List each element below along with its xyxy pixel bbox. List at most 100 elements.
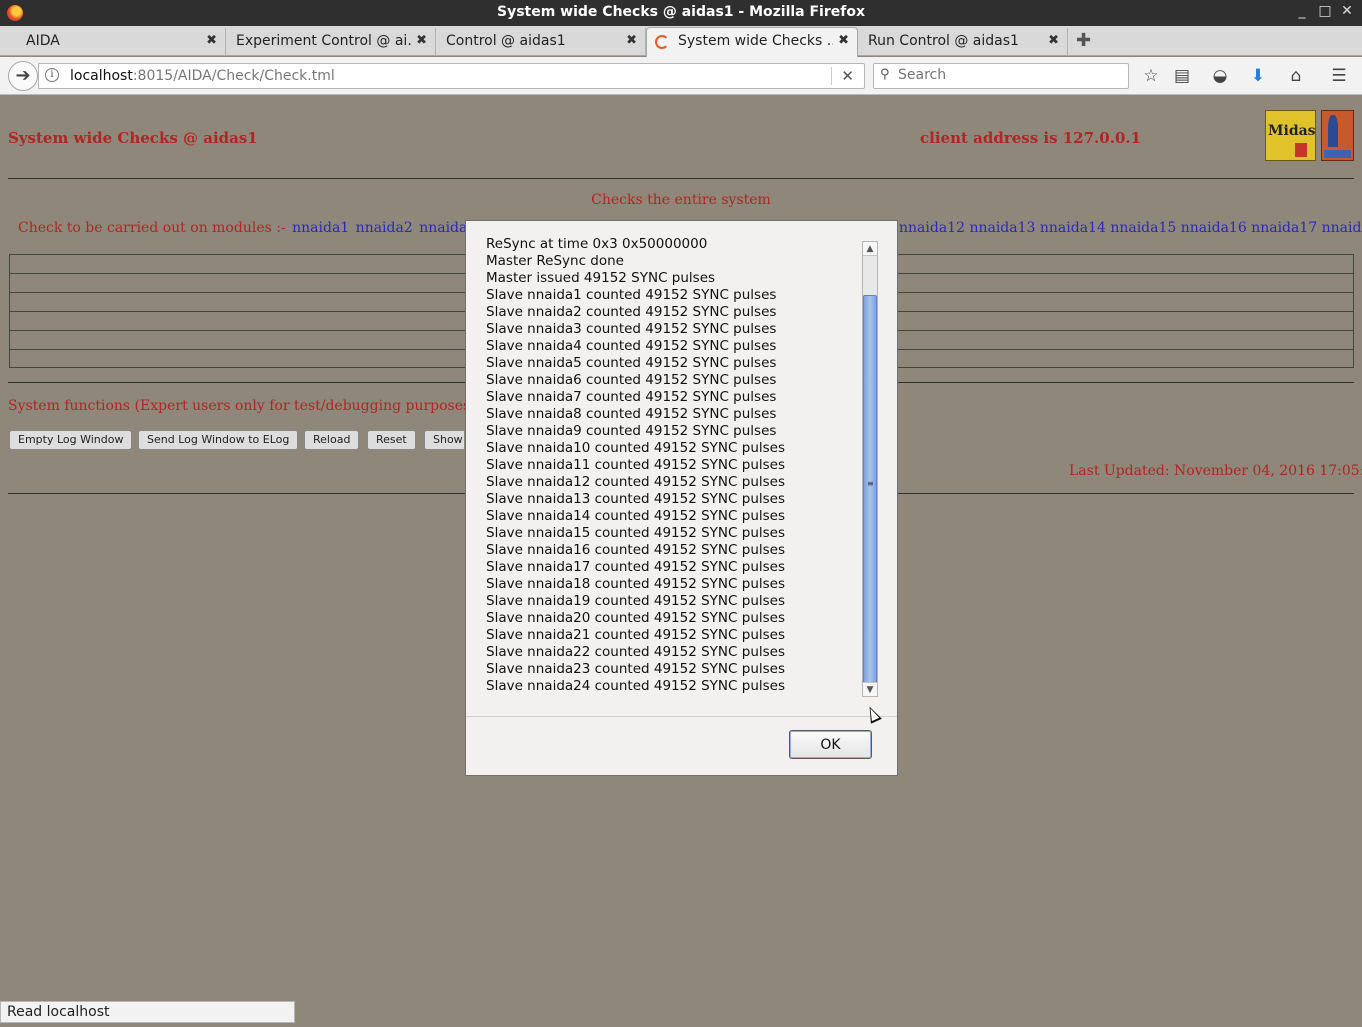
message-line: Slave nnaida9 counted 49152 SYNC pulses: [486, 423, 777, 439]
url-divider: [831, 67, 832, 85]
url-host: localhost: [70, 68, 133, 84]
modules-line-right: nnaida12 nnaida13 nnaida14 nnaida15 nnai…: [899, 220, 1362, 236]
tab-experiment-control[interactable]: Experiment Control @ ai... ✖: [226, 28, 436, 56]
download-icon[interactable]: ⬇: [1247, 66, 1269, 86]
home-icon[interactable]: ⌂: [1285, 66, 1307, 86]
new-tab-icon[interactable]: ✚: [1076, 30, 1091, 51]
message-line: Slave nnaida20 counted 49152 SYNC pulses: [486, 610, 785, 626]
message-line: Slave nnaida19 counted 49152 SYNC pulses: [486, 593, 785, 609]
page-subtitle: Checks the entire system: [591, 192, 771, 208]
window-titlebar: System wide Checks @ aidas1 - Mozilla Fi…: [0, 0, 1362, 26]
divider: [8, 178, 1354, 179]
message-line: Slave nnaida6 counted 49152 SYNC pulses: [486, 372, 777, 388]
tab-label: Control @ aidas1: [446, 33, 566, 49]
close-window-icon[interactable]: ✕: [1337, 3, 1357, 19]
message-line: Slave nnaida11 counted 49152 SYNC pulses: [486, 457, 785, 473]
module-link[interactable]: nnaida15: [1110, 220, 1176, 236]
message-line: Slave nnaida4 counted 49152 SYNC pulses: [486, 338, 777, 354]
minimize-icon[interactable]: _: [1292, 3, 1312, 19]
module-link[interactable]: nnaida12: [899, 220, 965, 236]
alert-dialog: ReSync at time 0x3 0x50000000 Master ReSy…: [465, 220, 898, 776]
clear-icon[interactable]: ✕: [841, 67, 854, 85]
tab-strip: AIDA ✖ Experiment Control @ ai... ✖ Cont…: [0, 26, 1362, 57]
page-title: System wide Checks @ aidas1: [8, 129, 258, 147]
reset-button[interactable]: Reset: [367, 430, 416, 450]
tab-system-wide-checks[interactable]: System wide Checks ... ✖: [646, 27, 858, 57]
maximize-icon[interactable]: □: [1315, 3, 1335, 19]
message-line: Master ReSync done: [486, 253, 624, 269]
message-line: Slave nnaida22 counted 49152 SYNC pulses: [486, 644, 785, 660]
search-input[interactable]: [898, 67, 1118, 83]
reader-list-icon[interactable]: ▤: [1171, 66, 1193, 86]
modules-line: Check to be carried out on modules :- nn…: [18, 220, 514, 236]
grip-icon: ≡: [867, 479, 874, 488]
midas-logo: Midas: [1265, 110, 1316, 161]
module-link[interactable]: nnaida17: [1251, 220, 1317, 236]
tab-label: Experiment Control @ ai...: [236, 33, 411, 49]
module-link[interactable]: nnaida1: [292, 220, 349, 236]
loading-spinner-icon: [655, 35, 669, 49]
institution-logo: [1321, 110, 1354, 161]
modules-label: Check to be carried out on modules :-: [18, 220, 286, 236]
last-updated: Last Updated: November 04, 2016 17:05:27: [1069, 463, 1362, 479]
message-line: Slave nnaida15 counted 49152 SYNC pulses: [486, 525, 785, 541]
search-icon: ⚲: [880, 67, 890, 82]
tab-control[interactable]: Control @ aidas1 ✖: [436, 28, 646, 56]
close-tab-icon[interactable]: ✖: [416, 33, 427, 48]
window-title: System wide Checks @ aidas1 - Mozilla Fi…: [496, 4, 865, 20]
tab-run-control[interactable]: Run Control @ aidas1 ✖: [858, 28, 1068, 56]
module-link[interactable]: nnaida13: [969, 220, 1035, 236]
close-tab-icon[interactable]: ✖: [838, 33, 849, 48]
message-line: Slave nnaida12 counted 49152 SYNC pulses: [486, 474, 785, 490]
message-line: Slave nnaida1 counted 49152 SYNC pulses: [486, 287, 777, 303]
message-line: Slave nnaida17 counted 49152 SYNC pulses: [486, 559, 785, 575]
send-log-to-elog-button[interactable]: Send Log Window to ELog: [138, 430, 299, 450]
message-line: Slave nnaida16 counted 49152 SYNC pulses: [486, 542, 785, 558]
message-line: Master issued 49152 SYNC pulses: [486, 270, 716, 286]
client-address: client address is 127.0.0.1: [920, 129, 1142, 147]
url-text[interactable]: localhost:8015/AIDA/Check/Check.tml: [70, 68, 335, 84]
url-bar[interactable]: i localhost:8015/AIDA/Check/Check.tml ✕: [38, 63, 865, 89]
back-arrow-icon[interactable]: ➔: [8, 61, 38, 91]
tab-aida[interactable]: AIDA ✖: [16, 28, 226, 56]
navigation-toolbar: ➔ i localhost:8015/AIDA/Check/Check.tml …: [0, 57, 1362, 95]
message-line: Slave nnaida5 counted 49152 SYNC pulses: [486, 355, 777, 371]
status-bar: Read localhost: [0, 1001, 295, 1023]
scroll-thumb[interactable]: ≡: [863, 295, 877, 684]
message-line: Slave nnaida2 counted 49152 SYNC pulses: [486, 304, 777, 320]
tab-label: AIDA: [26, 33, 60, 49]
scroll-down-icon[interactable]: ▼: [863, 682, 877, 696]
info-icon[interactable]: i: [45, 68, 59, 82]
empty-log-window-button[interactable]: Empty Log Window: [9, 430, 133, 450]
reload-button[interactable]: Reload: [304, 430, 360, 450]
module-link[interactable]: nnaida2: [356, 220, 413, 236]
close-tab-icon[interactable]: ✖: [206, 33, 217, 48]
search-box[interactable]: ⚲: [873, 63, 1129, 89]
show-button[interactable]: Show: [424, 430, 464, 450]
system-functions-label: System functions (Expert users only for …: [8, 398, 493, 414]
tab-label: Run Control @ aidas1: [868, 33, 1019, 49]
close-tab-icon[interactable]: ✖: [1048, 33, 1059, 48]
hamburger-menu-icon[interactable]: ☰: [1328, 66, 1350, 86]
message-line: Slave nnaida13 counted 49152 SYNC pulses: [486, 491, 785, 507]
pocket-icon[interactable]: ◒: [1209, 66, 1231, 86]
scroll-up-icon[interactable]: ▲: [863, 242, 877, 256]
midas-logo-text: Midas: [1268, 123, 1316, 139]
message-line: Slave nnaida7 counted 49152 SYNC pulses: [486, 389, 777, 405]
close-tab-icon[interactable]: ✖: [626, 33, 637, 48]
tab-label: System wide Checks ...: [678, 33, 833, 49]
ok-button[interactable]: OK: [789, 730, 872, 759]
star-icon[interactable]: ☆: [1140, 66, 1162, 86]
dialog-scrollbar[interactable]: ▲ ≡ ▼: [862, 241, 878, 697]
page-bottom: [0, 1023, 1362, 1027]
message-line: Slave nnaida3 counted 49152 SYNC pulses: [486, 321, 777, 337]
dialog-divider: [466, 716, 897, 717]
module-link[interactable]: nnaida14: [1040, 220, 1106, 236]
message-line: Slave nnaida14 counted 49152 SYNC pulses: [486, 508, 785, 524]
module-link[interactable]: nnaida16: [1181, 220, 1247, 236]
message-line: Slave nnaida24 counted 49152 SYNC pulses: [486, 678, 785, 694]
module-link[interactable]: nnaida18: [1322, 220, 1362, 236]
url-path: :8015/AIDA/Check/Check.tml: [132, 68, 335, 84]
message-line: Slave nnaida23 counted 49152 SYNC pulses: [486, 661, 785, 677]
message-line: Slave nnaida8 counted 49152 SYNC pulses: [486, 406, 777, 422]
